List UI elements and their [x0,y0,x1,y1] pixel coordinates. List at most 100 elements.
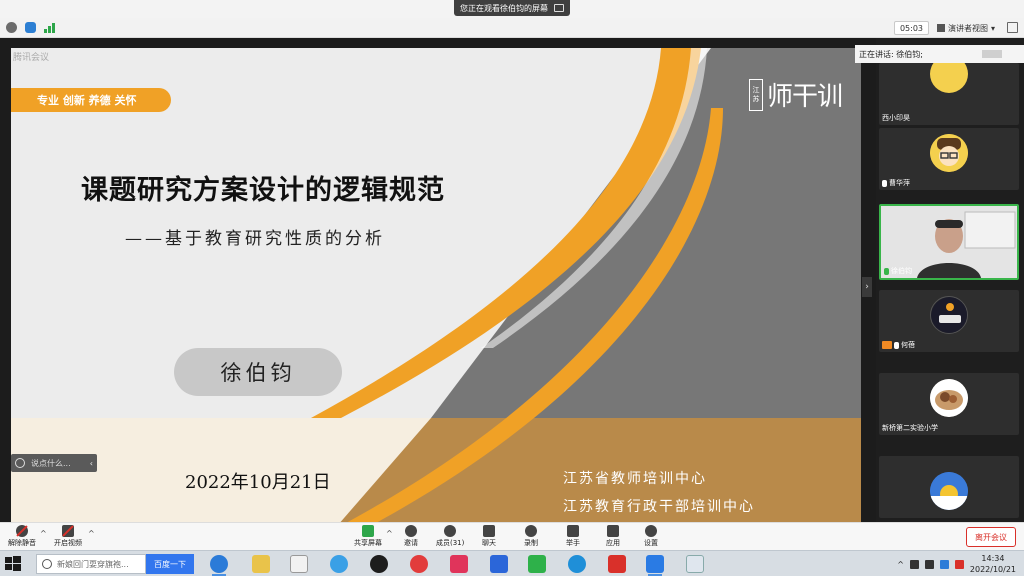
iqiyi-icon[interactable] [528,555,546,573]
chevron-down-icon: ▾ [990,23,995,33]
org-line-2: 江苏教育行政干部培训中心 [563,499,755,515]
members-icon [444,525,457,537]
slogan-badge: 专业 创新 养德 关怀 [11,88,171,112]
participant-name: 曹华萍 [882,178,910,188]
browser-icon[interactable] [568,555,586,573]
slide-title: 课题研究方案设计的逻辑规范 [81,175,445,206]
chevron-left-icon[interactable]: ‹ [90,459,93,468]
clock-date: 2022/10/21 [969,565,1016,574]
participant-tile[interactable]: 曹华萍 [879,128,1019,190]
avatar [930,296,968,334]
meeting-top-bar: 05:03 演讲者视图 ▾ [0,18,1024,38]
share-screen-icon [362,525,374,537]
meeting-timer: 05:03 [893,21,929,35]
search-placeholder: 新娘回门耍穿旗袍... [57,559,129,569]
file-explorer-icon[interactable] [252,555,270,573]
participant-name: 西小印昊 [882,114,910,122]
video-options-caret[interactable]: ^ [88,529,95,538]
qq-icon[interactable] [370,555,388,573]
volume-icon[interactable] [909,559,919,569]
meeting-window: 您正在观看徐伯钧的屏幕 05:03 演讲者视图 ▾ 腾讯会议 专业 创新 养德 … [0,0,1024,576]
camera-off-icon [62,525,74,537]
audio-level-icon [982,50,1002,58]
tray-expand-icon[interactable]: ^ [897,560,904,569]
slide-decoration [281,48,861,556]
invite-icon [405,525,417,537]
tencent-meeting-icon[interactable] [646,555,664,576]
input-method-icon[interactable] [939,559,949,569]
windows-start-icon[interactable] [4,555,22,573]
tablet-icon[interactable] [686,555,704,573]
participant-tile[interactable]: 新桥第二实验小学 [879,373,1019,435]
participant-name: 徐伯钧 [884,266,912,276]
apps-button[interactable]: 应用 [606,525,620,548]
emoji-icon[interactable] [15,458,25,468]
media-player-icon[interactable] [290,555,308,573]
avatar [930,63,968,93]
slide-subtitle: ——基于教育研究性质的分析 [125,229,385,249]
mic-icon [882,179,887,187]
notification-icon[interactable] [954,559,964,569]
system-tray: ^ 14:34 2022/10/21 [897,553,1016,575]
info-icon[interactable] [6,22,17,33]
record-button[interactable]: 录制 [524,525,538,548]
members-button[interactable]: 成员(31) [436,525,464,548]
signal-icon[interactable] [44,22,56,33]
share-options-caret[interactable]: ^ [386,529,393,538]
feishu-icon[interactable] [490,555,508,573]
invite-button[interactable]: 邀请 [404,525,418,548]
participant-tile-active-speaker[interactable]: 徐伯钧 [879,204,1019,280]
network-icon[interactable] [924,559,934,569]
search-icon [42,559,52,569]
grid-icon [936,24,945,32]
audio-options-caret[interactable]: ^ [40,529,47,538]
logo-text: 师干训 [767,82,843,112]
logo-box: 江苏 [749,78,763,111]
host-badge-icon [882,341,892,349]
expand-icon[interactable] [554,4,564,12]
baidu-search-button[interactable]: 百度一下 [146,554,194,574]
mic-icon [894,341,899,349]
panel-collapse-button[interactable]: › [862,277,872,297]
hand-icon [567,525,579,537]
mic-active-icon [884,267,889,275]
quick-chat-input[interactable]: 说点什么... ‹ [11,454,97,472]
video-app-icon[interactable] [450,555,468,573]
fullscreen-icon[interactable] [1007,22,1018,33]
chat-button[interactable]: 聊天 [482,525,496,548]
share-banner-text: 您正在观看徐伯钧的屏幕 [460,3,548,13]
view-mode-button[interactable]: 演讲者视图 ▾ [932,21,1000,35]
slide-date: 2022年10月21日 [185,472,331,493]
meeting-toolbar: 解除静音 ^ 开启视频 ^ 共享屏幕 ^ 邀请 成员(31) 聊天 录制 举手 … [0,522,1024,550]
slide-watermark: 腾讯会议 [13,53,50,63]
participant-name: 新桥第二实验小学 [882,424,938,432]
record-icon [525,525,537,537]
ie-browser-icon[interactable] [210,555,228,576]
gear-icon [645,525,657,537]
share-banner: 您正在观看徐伯钧的屏幕 [454,0,570,16]
chat-icon [483,525,495,537]
participant-tile[interactable] [879,456,1019,518]
participant-tile[interactable]: 西小印昊 [879,63,1019,125]
apps-icon [607,525,619,537]
microphone-muted-icon [16,525,28,537]
speaking-indicator: 正在讲话: 徐伯钧; [855,45,1024,63]
raise-hand-button[interactable]: 举手 [566,525,580,548]
browser-360-icon[interactable] [330,555,348,573]
netease-music-icon[interactable] [410,555,428,573]
taskbar-search-input[interactable]: 新娘回门耍穿旗袍... [36,554,146,574]
avatar [930,472,968,510]
start-video-button[interactable]: 开启视频 [54,525,82,548]
leave-meeting-button[interactable]: 离开会议 [966,527,1016,547]
unmute-button[interactable]: 解除静音 [8,525,36,548]
slide: 腾讯会议 专业 创新 养德 关怀 江苏 师干训 课题研究方案设计的逻辑规范 ——… [11,48,861,556]
avatar [930,379,968,417]
quick-chat-placeholder: 说点什么... [31,458,71,468]
wps-icon[interactable] [608,555,626,573]
taskbar-clock[interactable]: 14:34 2022/10/21 [970,553,1016,575]
share-screen-button[interactable]: 共享屏幕 [354,525,382,548]
settings-button[interactable]: 设置 [644,525,658,548]
view-mode-label: 演讲者视图 [947,23,988,33]
shield-icon[interactable] [25,22,36,33]
participant-tile[interactable]: 何蓓 [879,290,1019,352]
